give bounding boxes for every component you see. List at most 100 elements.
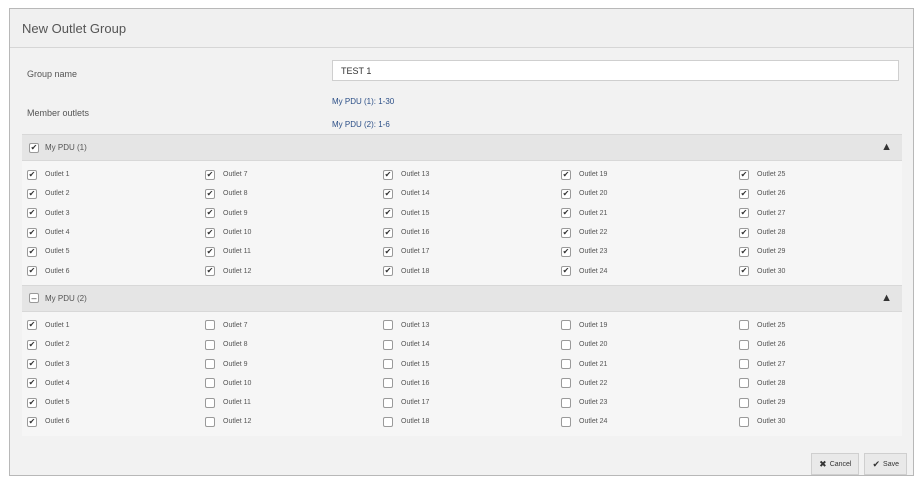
group-name-input[interactable] xyxy=(332,60,899,81)
outlet-item[interactable]: Outlet 27 xyxy=(739,354,917,373)
outlet-checkbox[interactable]: ✔ xyxy=(383,227,393,238)
outlet-item[interactable]: ✔ Outlet 13 xyxy=(383,165,561,184)
outlet-item[interactable]: ✔ Outlet 4 xyxy=(27,223,205,242)
cancel-button[interactable]: ✖ Cancel xyxy=(811,453,860,475)
outlet-item[interactable]: ✔ Outlet 14 xyxy=(383,184,561,203)
chevron-up-icon[interactable]: ▲ xyxy=(881,292,892,304)
outlet-item[interactable]: ✔ Outlet 29 xyxy=(739,242,917,261)
outlet-checkbox[interactable]: ✔ xyxy=(739,169,749,180)
outlet-item[interactable]: ✔ Outlet 6 xyxy=(27,412,205,431)
outlet-checkbox[interactable]: ✔ xyxy=(739,208,749,219)
outlet-checkbox[interactable]: ✔ xyxy=(27,378,37,389)
outlet-item[interactable]: ✔ Outlet 22 xyxy=(561,223,739,242)
outlet-item[interactable]: ✔ Outlet 21 xyxy=(561,204,739,223)
outlet-item[interactable]: ✔ Outlet 2 xyxy=(27,184,205,203)
outlet-checkbox[interactable]: ✔ xyxy=(27,397,37,408)
outlet-checkbox[interactable]: ✔ xyxy=(561,266,571,277)
outlet-checkbox[interactable]: ✔ xyxy=(27,359,37,370)
outlet-checkbox[interactable]: ✔ xyxy=(205,188,215,199)
outlet-item[interactable]: ✔ Outlet 12 xyxy=(205,261,383,280)
member-link-pdu-1[interactable]: My PDU (1): 1-30 xyxy=(332,97,394,106)
pdu-group-header[interactable]: ✔ My PDU (1) ▲ xyxy=(22,134,902,161)
outlet-checkbox[interactable]: ✔ xyxy=(739,227,749,238)
outlet-checkbox[interactable]: ✔ xyxy=(27,320,37,331)
outlet-item[interactable]: Outlet 18 xyxy=(383,412,561,431)
outlet-checkbox[interactable]: ✔ xyxy=(561,227,571,238)
outlet-item[interactable]: ✔ Outlet 3 xyxy=(27,204,205,223)
outlet-checkbox[interactable]: ✔ xyxy=(383,246,393,257)
outlet-checkbox[interactable] xyxy=(205,416,215,427)
outlet-checkbox[interactable]: ✔ xyxy=(27,416,37,427)
outlet-checkbox[interactable] xyxy=(205,339,215,350)
outlet-checkbox[interactable] xyxy=(561,378,571,389)
outlet-checkbox[interactable] xyxy=(205,378,215,389)
outlet-item[interactable]: Outlet 29 xyxy=(739,393,917,412)
outlet-checkbox[interactable]: ✔ xyxy=(205,227,215,238)
outlet-checkbox[interactable] xyxy=(739,397,749,408)
outlet-checkbox[interactable] xyxy=(205,397,215,408)
outlet-checkbox[interactable]: ✔ xyxy=(27,208,37,219)
outlet-checkbox[interactable]: ✔ xyxy=(383,188,393,199)
outlet-item[interactable]: ✔ Outlet 1 xyxy=(27,316,205,335)
outlet-checkbox[interactable]: ✔ xyxy=(561,208,571,219)
outlet-item[interactable]: Outlet 7 xyxy=(205,316,383,335)
outlet-checkbox[interactable] xyxy=(561,359,571,370)
outlet-checkbox[interactable]: ✔ xyxy=(27,266,37,277)
outlet-checkbox[interactable]: ✔ xyxy=(27,227,37,238)
outlet-checkbox[interactable] xyxy=(383,320,393,331)
outlet-item[interactable]: ✔ Outlet 1 xyxy=(27,165,205,184)
outlet-checkbox[interactable]: ✔ xyxy=(383,266,393,277)
outlet-item[interactable]: ✔ Outlet 24 xyxy=(561,261,739,280)
chevron-up-icon[interactable]: ▲ xyxy=(881,141,892,153)
outlet-item[interactable]: ✔ Outlet 9 xyxy=(205,204,383,223)
outlet-item[interactable]: Outlet 25 xyxy=(739,316,917,335)
outlet-item[interactable]: Outlet 8 xyxy=(205,335,383,354)
outlet-item[interactable]: ✔ Outlet 30 xyxy=(739,261,917,280)
outlet-checkbox[interactable]: ✔ xyxy=(561,188,571,199)
outlet-checkbox[interactable] xyxy=(739,378,749,389)
outlet-item[interactable]: Outlet 13 xyxy=(383,316,561,335)
outlet-item[interactable]: Outlet 10 xyxy=(205,374,383,393)
outlet-checkbox[interactable]: ✔ xyxy=(205,266,215,277)
outlet-item[interactable]: Outlet 26 xyxy=(739,335,917,354)
outlet-item[interactable]: Outlet 24 xyxy=(561,412,739,431)
pdu-group-checkbox[interactable]: ✔ xyxy=(29,142,39,153)
outlet-checkbox[interactable] xyxy=(739,339,749,350)
outlet-item[interactable]: Outlet 9 xyxy=(205,354,383,373)
outlet-item[interactable]: Outlet 28 xyxy=(739,374,917,393)
outlet-item[interactable]: ✔ Outlet 28 xyxy=(739,223,917,242)
outlet-checkbox[interactable]: ✔ xyxy=(205,246,215,257)
outlet-item[interactable]: ✔ Outlet 11 xyxy=(205,242,383,261)
outlet-checkbox[interactable] xyxy=(561,416,571,427)
outlet-item[interactable]: ✔ Outlet 27 xyxy=(739,204,917,223)
outlet-checkbox[interactable] xyxy=(739,359,749,370)
outlet-item[interactable]: Outlet 16 xyxy=(383,374,561,393)
outlet-checkbox[interactable] xyxy=(383,339,393,350)
outlet-item[interactable]: Outlet 22 xyxy=(561,374,739,393)
outlet-item[interactable]: ✔ Outlet 5 xyxy=(27,393,205,412)
outlet-checkbox[interactable] xyxy=(383,416,393,427)
member-link-pdu-2[interactable]: My PDU (2): 1-6 xyxy=(332,120,390,129)
outlet-item[interactable]: ✔ Outlet 15 xyxy=(383,204,561,223)
outlet-checkbox[interactable] xyxy=(739,320,749,331)
outlet-checkbox[interactable] xyxy=(205,359,215,370)
outlet-item[interactable]: ✔ Outlet 5 xyxy=(27,242,205,261)
outlet-checkbox[interactable]: ✔ xyxy=(27,246,37,257)
outlet-item[interactable]: ✔ Outlet 7 xyxy=(205,165,383,184)
outlet-item[interactable]: Outlet 11 xyxy=(205,393,383,412)
outlet-item[interactable]: ✔ Outlet 19 xyxy=(561,165,739,184)
outlet-checkbox[interactable] xyxy=(561,397,571,408)
outlet-item[interactable]: ✔ Outlet 3 xyxy=(27,354,205,373)
outlet-item[interactable]: ✔ Outlet 23 xyxy=(561,242,739,261)
outlet-item[interactable]: ✔ Outlet 2 xyxy=(27,335,205,354)
outlet-item[interactable]: Outlet 15 xyxy=(383,354,561,373)
outlet-checkbox[interactable] xyxy=(205,320,215,331)
outlet-item[interactable]: Outlet 20 xyxy=(561,335,739,354)
outlet-checkbox[interactable]: ✔ xyxy=(383,169,393,180)
outlet-checkbox[interactable]: ✔ xyxy=(27,188,37,199)
save-button[interactable]: ✔ Save xyxy=(864,453,907,475)
outlet-checkbox[interactable]: ✔ xyxy=(383,208,393,219)
outlet-item[interactable]: ✔ Outlet 26 xyxy=(739,184,917,203)
outlet-checkbox[interactable] xyxy=(383,359,393,370)
outlet-item[interactable]: Outlet 21 xyxy=(561,354,739,373)
